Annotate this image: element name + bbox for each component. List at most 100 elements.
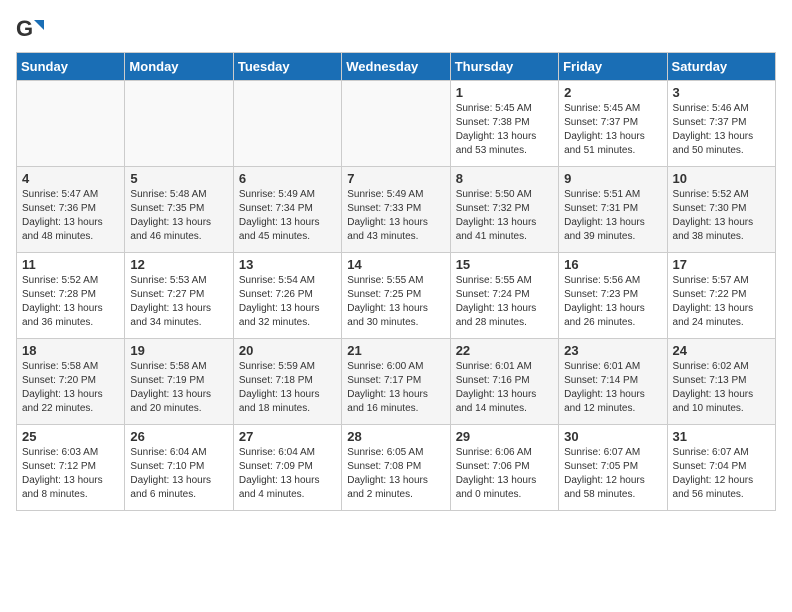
- day-info: Sunrise: 6:04 AM Sunset: 7:10 PM Dayligh…: [130, 446, 227, 502]
- calendar-cell: 5Sunrise: 5:48 AM Sunset: 7:35 PM Daylig…: [125, 167, 233, 253]
- day-number: 13: [239, 257, 336, 272]
- calendar-cell: [233, 81, 341, 167]
- day-info: Sunrise: 6:02 AM Sunset: 7:13 PM Dayligh…: [673, 360, 770, 416]
- day-number: 12: [130, 257, 227, 272]
- day-number: 29: [456, 429, 553, 444]
- day-number: 6: [239, 171, 336, 186]
- calendar-cell: 16 Sunrise: 5:56 AM Sunset: 7:23 PM Dayli…: [559, 253, 667, 339]
- day-info: Sunrise: 5:58 AM Sunset: 7:20 PM Dayligh…: [22, 360, 119, 416]
- calendar-cell: 1 Sunrise: 5:45 AM Sunset: 7:38 PM Daylig…: [450, 81, 558, 167]
- day-info: Sunrise: 5:52 AM Sunset: 7:28 PM Dayligh…: [22, 274, 119, 330]
- calendar-cell: 7 Sunrise: 5:49 AM Sunset: 7:33 PM Daylig…: [342, 167, 450, 253]
- calendar-cell: 8 Sunrise: 5:50 AM Sunset: 7:32 PM Daylig…: [450, 167, 558, 253]
- calendar-cell: 2Sunrise: 5:45 AM Sunset: 7:37 PM Daylig…: [559, 81, 667, 167]
- calendar-cell: 23 Sunrise: 6:01 AM Sunset: 7:14 PM Dayli…: [559, 339, 667, 425]
- day-info: Sunrise: 5:49 AM Sunset: 7:33 PM Dayligh…: [347, 188, 444, 244]
- day-info: Sunrise: 6:04 AM Sunset: 7:09 PM Dayligh…: [239, 446, 336, 502]
- day-number: 7: [347, 171, 444, 186]
- day-info: Sunrise: 5:55 AM Sunset: 7:25 PM Dayligh…: [347, 274, 444, 330]
- calendar-cell: [125, 81, 233, 167]
- day-info: Sunrise: 5:46 AM Sunset: 7:37 PM Dayligh…: [673, 102, 770, 158]
- calendar-cell: 29 Sunrise: 6:06 AM Sunset: 7:06 PM Dayli…: [450, 425, 558, 511]
- day-number: 14: [347, 257, 444, 272]
- day-info: Sunrise: 5:57 AM Sunset: 7:22 PM Dayligh…: [673, 274, 770, 330]
- weekday-header-sunday: Sunday: [17, 53, 125, 81]
- day-info: Sunrise: 5:49 AM Sunset: 7:34 PM Dayligh…: [239, 188, 336, 244]
- calendar-table: SundayMondayTuesdayWednesdayThursdayFrid…: [16, 52, 776, 511]
- day-info: Sunrise: 5:56 AM Sunset: 7:23 PM Dayligh…: [564, 274, 661, 330]
- weekday-header-saturday: Saturday: [667, 53, 775, 81]
- day-number: 8: [456, 171, 553, 186]
- day-number: 26: [130, 429, 227, 444]
- calendar-cell: 26 Sunrise: 6:04 AM Sunset: 7:10 PM Dayli…: [125, 425, 233, 511]
- day-info: Sunrise: 5:50 AM Sunset: 7:32 PM Dayligh…: [456, 188, 553, 244]
- day-info: Sunrise: 5:53 AM Sunset: 7:27 PM Dayligh…: [130, 274, 227, 330]
- day-number: 31: [673, 429, 770, 444]
- calendar-cell: 24 Sunrise: 6:02 AM Sunset: 7:13 PM Dayli…: [667, 339, 775, 425]
- day-number: 5: [130, 171, 227, 186]
- calendar-cell: 27 Sunrise: 6:04 AM Sunset: 7:09 PM Dayli…: [233, 425, 341, 511]
- day-info: Sunrise: 5:52 AM Sunset: 7:30 PM Dayligh…: [673, 188, 770, 244]
- calendar-cell: 28 Sunrise: 6:05 AM Sunset: 7:08 PM Dayli…: [342, 425, 450, 511]
- day-number: 11: [22, 257, 119, 272]
- calendar-cell: 11 Sunrise: 5:52 AM Sunset: 7:28 PM Dayli…: [17, 253, 125, 339]
- day-number: 20: [239, 343, 336, 358]
- day-info: Sunrise: 5:59 AM Sunset: 7:18 PM Dayligh…: [239, 360, 336, 416]
- weekday-header-tuesday: Tuesday: [233, 53, 341, 81]
- calendar-cell: 31 Sunrise: 6:07 AM Sunset: 7:04 PM Dayli…: [667, 425, 775, 511]
- weekday-header-thursday: Thursday: [450, 53, 558, 81]
- calendar-cell: 4 Sunrise: 5:47 AM Sunset: 7:36 PM Daylig…: [17, 167, 125, 253]
- day-number: 21: [347, 343, 444, 358]
- calendar-cell: 12 Sunrise: 5:53 AM Sunset: 7:27 PM Dayli…: [125, 253, 233, 339]
- day-number: 23: [564, 343, 661, 358]
- day-number: 1: [456, 85, 553, 100]
- day-info: Sunrise: 6:06 AM Sunset: 7:06 PM Dayligh…: [456, 446, 553, 502]
- day-info: Sunrise: 6:07 AM Sunset: 7:04 PM Dayligh…: [673, 446, 770, 502]
- day-info: Sunrise: 6:05 AM Sunset: 7:08 PM Dayligh…: [347, 446, 444, 502]
- day-number: 24: [673, 343, 770, 358]
- day-info: Sunrise: 5:47 AM Sunset: 7:36 PM Dayligh…: [22, 188, 119, 244]
- calendar-cell: 22 Sunrise: 6:01 AM Sunset: 7:16 PM Dayli…: [450, 339, 558, 425]
- day-info: Sunrise: 6:01 AM Sunset: 7:16 PM Dayligh…: [456, 360, 553, 416]
- calendar-cell: 13 Sunrise: 5:54 AM Sunset: 7:26 PM Dayli…: [233, 253, 341, 339]
- day-number: 28: [347, 429, 444, 444]
- logo: G: [16, 16, 48, 44]
- day-info: Sunrise: 5:51 AM Sunset: 7:31 PM Dayligh…: [564, 188, 661, 244]
- calendar-cell: 30 Sunrise: 6:07 AM Sunset: 7:05 PM Dayli…: [559, 425, 667, 511]
- day-number: 18: [22, 343, 119, 358]
- day-number: 15: [456, 257, 553, 272]
- weekday-header-wednesday: Wednesday: [342, 53, 450, 81]
- day-number: 4: [22, 171, 119, 186]
- day-info: Sunrise: 5:55 AM Sunset: 7:24 PM Dayligh…: [456, 274, 553, 330]
- day-info: Sunrise: 5:45 AM Sunset: 7:37 PM Dayligh…: [564, 102, 661, 158]
- calendar-cell: [342, 81, 450, 167]
- calendar-cell: [17, 81, 125, 167]
- calendar-cell: 25Sunrise: 6:03 AM Sunset: 7:12 PM Dayli…: [17, 425, 125, 511]
- header: G: [16, 16, 776, 44]
- day-number: 30: [564, 429, 661, 444]
- svg-text:G: G: [16, 16, 33, 41]
- calendar-cell: 18 Sunrise: 5:58 AM Sunset: 7:20 PM Dayli…: [17, 339, 125, 425]
- day-info: Sunrise: 5:45 AM Sunset: 7:38 PM Dayligh…: [456, 102, 553, 158]
- day-number: 27: [239, 429, 336, 444]
- day-number: 16: [564, 257, 661, 272]
- day-info: Sunrise: 6:00 AM Sunset: 7:17 PM Dayligh…: [347, 360, 444, 416]
- calendar-cell: 17 Sunrise: 5:57 AM Sunset: 7:22 PM Dayli…: [667, 253, 775, 339]
- day-number: 25: [22, 429, 119, 444]
- day-number: 19: [130, 343, 227, 358]
- weekday-header-friday: Friday: [559, 53, 667, 81]
- day-number: 10: [673, 171, 770, 186]
- calendar-cell: 19Sunrise: 5:58 AM Sunset: 7:19 PM Dayli…: [125, 339, 233, 425]
- day-number: 17: [673, 257, 770, 272]
- day-number: 3: [673, 85, 770, 100]
- calendar-cell: 9Sunrise: 5:51 AM Sunset: 7:31 PM Daylig…: [559, 167, 667, 253]
- calendar-cell: 20 Sunrise: 5:59 AM Sunset: 7:18 PM Dayli…: [233, 339, 341, 425]
- calendar-cell: 21 Sunrise: 6:00 AM Sunset: 7:17 PM Dayli…: [342, 339, 450, 425]
- calendar-cell: 6 Sunrise: 5:49 AM Sunset: 7:34 PM Daylig…: [233, 167, 341, 253]
- day-info: Sunrise: 6:07 AM Sunset: 7:05 PM Dayligh…: [564, 446, 661, 502]
- calendar-cell: 14 Sunrise: 5:55 AM Sunset: 7:25 PM Dayli…: [342, 253, 450, 339]
- day-info: Sunrise: 6:01 AM Sunset: 7:14 PM Dayligh…: [564, 360, 661, 416]
- day-info: Sunrise: 5:54 AM Sunset: 7:26 PM Dayligh…: [239, 274, 336, 330]
- calendar-cell: 3 Sunrise: 5:46 AM Sunset: 7:37 PM Daylig…: [667, 81, 775, 167]
- day-number: 22: [456, 343, 553, 358]
